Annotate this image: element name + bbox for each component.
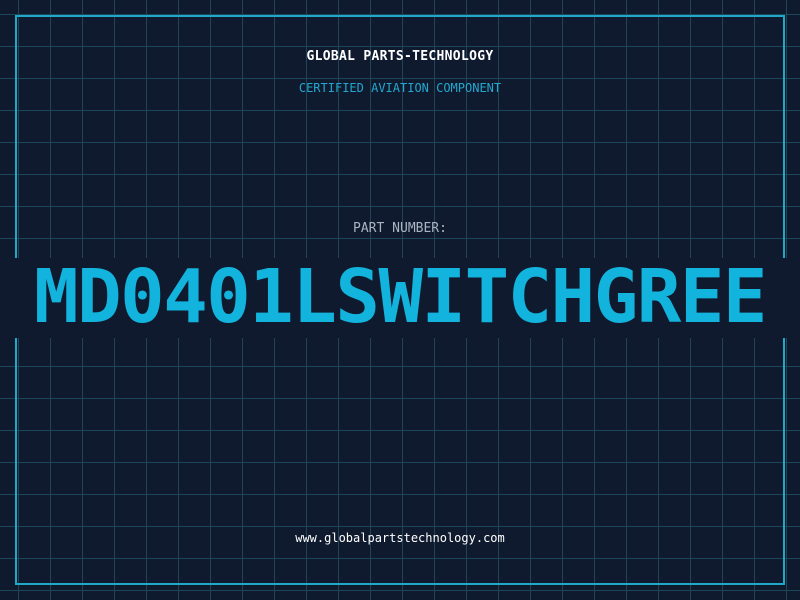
certification-tagline: CERTIFIED AVIATION COMPONENT xyxy=(298,81,502,95)
website-url: www.globalpartstechnology.com xyxy=(295,531,505,545)
part-number-label: PART NUMBER: xyxy=(353,221,447,236)
part-number-value: MD0401LSWITCHGREE xyxy=(34,254,767,340)
company-name: GLOBAL PARTS-TECHNOLOGY xyxy=(306,49,494,64)
part-card: GLOBAL PARTS-TECHNOLOGY CERTIFIED AVIATI… xyxy=(0,0,800,600)
